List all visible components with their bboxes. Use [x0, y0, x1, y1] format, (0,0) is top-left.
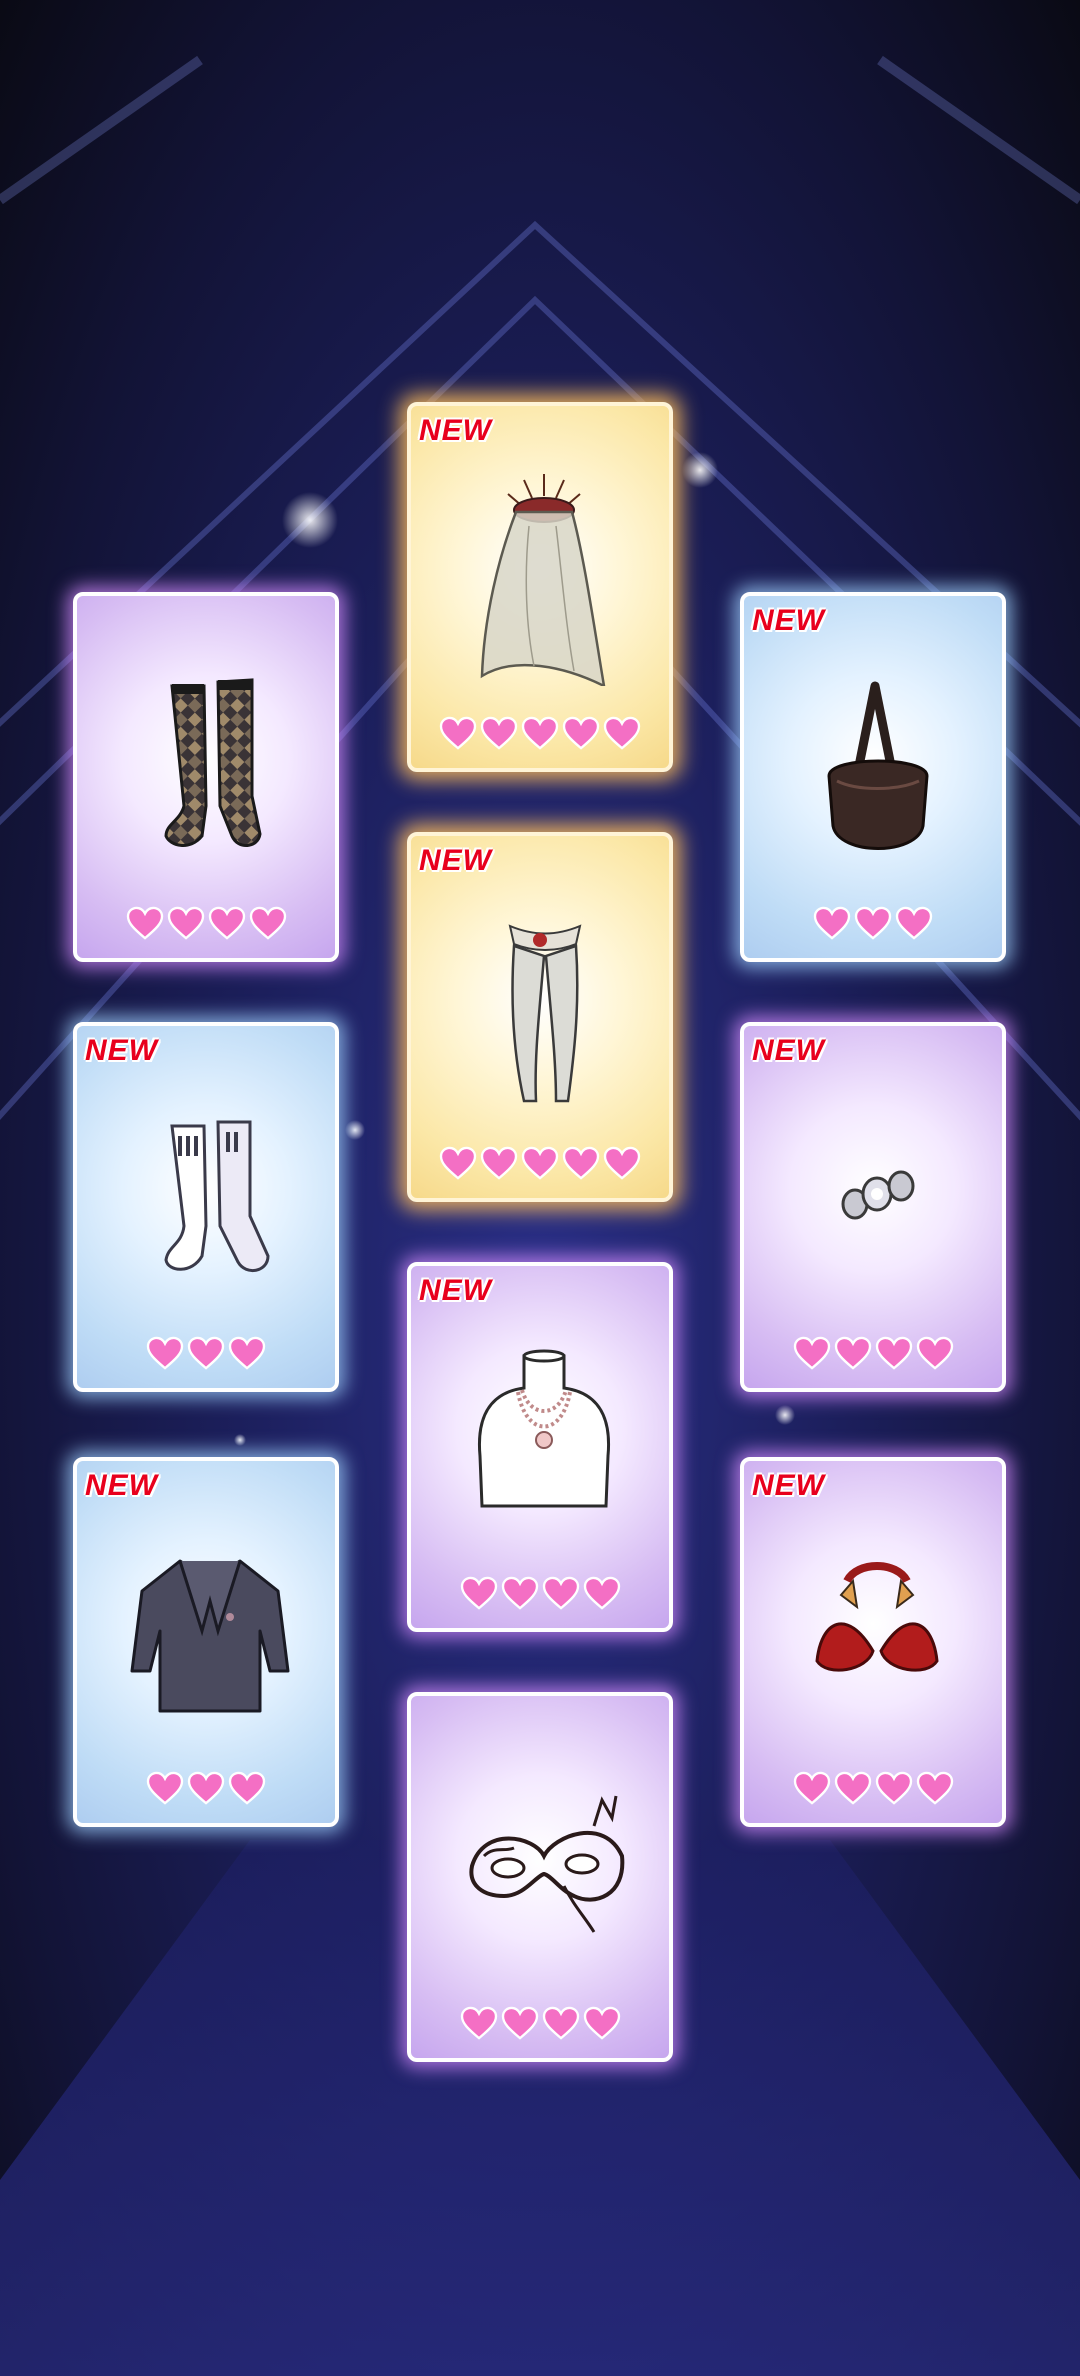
item-card-masquerade-mask[interactable] [407, 1692, 673, 2062]
new-badge: NEW [419, 1274, 492, 1307]
heart-icon [187, 1771, 225, 1805]
new-badge: NEW [419, 414, 492, 447]
heart-icon [603, 716, 641, 750]
heart-icon [187, 1336, 225, 1370]
heart-icon [480, 1146, 518, 1180]
heart-icon [793, 1771, 830, 1805]
rating-hearts [744, 1771, 1002, 1805]
item-card-bikini-top[interactable]: NEW [740, 1457, 1006, 1827]
item-card-white-socks[interactable]: NEW [73, 1022, 339, 1392]
rating-hearts [744, 1336, 1002, 1370]
item-card-jeweled-bracelet[interactable]: NEW [740, 1022, 1006, 1392]
heart-icon [854, 906, 892, 940]
new-badge: NEW [85, 1469, 158, 1502]
heart-icon [460, 2006, 497, 2040]
masquerade-mask-icon [469, 1795, 625, 1933]
heart-icon [562, 716, 600, 750]
shoulder-bag-icon [827, 681, 929, 850]
heart-icon [875, 1336, 912, 1370]
rating-hearts [411, 1576, 669, 1610]
heart-icon [460, 1576, 497, 1610]
rating-hearts [411, 1146, 669, 1180]
sparkle [345, 1120, 365, 1140]
heart-icon [916, 1771, 953, 1805]
heart-icon [834, 1771, 871, 1805]
veil-crown-icon [480, 474, 606, 686]
new-badge: NEW [752, 604, 825, 637]
spotlight-beams [0, 55, 1080, 205]
heart-icon [834, 1336, 871, 1370]
heart-icon [439, 716, 477, 750]
new-badge: NEW [752, 1469, 825, 1502]
sparkle [682, 452, 718, 488]
heart-icon [813, 906, 851, 940]
rating-hearts [411, 2006, 669, 2040]
item-card-garter-stockings[interactable]: NEW [407, 832, 673, 1202]
rating-hearts [744, 906, 1002, 940]
item-card-veil[interactable]: NEW [407, 402, 673, 772]
heart-icon [583, 1576, 620, 1610]
garter-stockings-icon [508, 924, 582, 1103]
heart-icon [521, 716, 559, 750]
heart-icon [439, 1146, 477, 1180]
heart-icon [583, 2006, 620, 2040]
sparkle [282, 492, 338, 548]
heart-icon [603, 1146, 641, 1180]
bikini-top-icon [815, 1562, 939, 1672]
heart-icon [542, 2006, 579, 2040]
new-badge: NEW [752, 1034, 825, 1067]
heart-icon [126, 906, 163, 940]
heart-icon [208, 906, 245, 940]
heart-icon [146, 1336, 184, 1370]
new-badge: NEW [419, 844, 492, 877]
rating-hearts [77, 1336, 335, 1370]
item-card-blazer[interactable]: NEW [73, 1457, 339, 1827]
heart-icon [146, 1771, 184, 1805]
item-card-necklace[interactable]: NEW [407, 1262, 673, 1632]
heart-icon [228, 1336, 266, 1370]
heart-icon [562, 1146, 600, 1180]
item-card-shoulder-bag[interactable]: NEW [740, 592, 1006, 962]
jeweled-bracelet-icon [841, 1170, 915, 1220]
heart-icon [501, 2006, 538, 2040]
heart-icon [521, 1146, 559, 1180]
heart-icon [916, 1336, 953, 1370]
heart-icon [228, 1771, 266, 1805]
necklace-bust-icon [477, 1349, 611, 1508]
white-socks-icon [164, 1120, 270, 1272]
heart-icon [895, 906, 933, 940]
heart-icon [480, 716, 518, 750]
heart-icon [249, 906, 286, 940]
rating-hearts [77, 1771, 335, 1805]
item-card-argyle-socks[interactable] [73, 592, 339, 962]
heart-icon [167, 906, 204, 940]
heart-icon [793, 1336, 830, 1370]
sparkle [775, 1405, 795, 1425]
heart-icon [501, 1576, 538, 1610]
rating-hearts [77, 906, 335, 940]
heart-icon [542, 1576, 579, 1610]
new-badge: NEW [85, 1034, 158, 1067]
argyle-socks-icon [164, 678, 262, 847]
sparkle [234, 1434, 246, 1446]
blazer-icon [130, 1559, 290, 1713]
heart-icon [875, 1771, 912, 1805]
rating-hearts [411, 716, 669, 750]
